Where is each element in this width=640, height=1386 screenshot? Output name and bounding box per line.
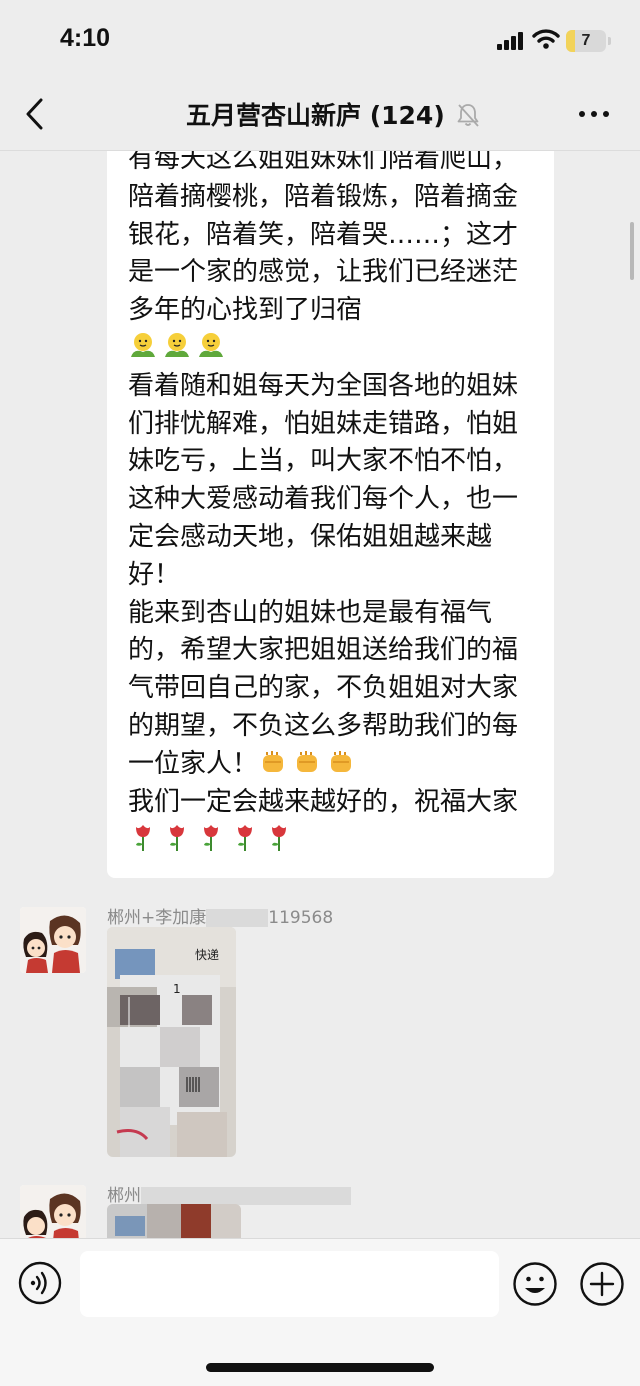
cellular-signal-icon — [497, 32, 523, 50]
rose-emoji-icon — [272, 825, 286, 852]
message-paragraph: 有每天这么姐姐妹妹们陪着爬山，陪着摘樱桃，陪着锻炼，陪着摘金银花，陪着笑，陪着哭… — [128, 151, 519, 326]
cartoon-couple-avatar-icon — [20, 907, 86, 973]
cartoon-couple-avatar-icon — [20, 1185, 86, 1238]
chat-title: 五月营杏山新庐 (124) — [186, 101, 445, 130]
text-message-bubble[interactable]: 有每天这么姐姐妹妹们陪着爬山，陪着摘樱桃，陪着锻炼，陪着摘金银花，陪着笑，陪着哭… — [107, 151, 554, 878]
voice-input-icon[interactable] — [18, 1261, 62, 1305]
message-paragraph: 看着随和姐每天为全国各地的姐妹们排忧解难，怕姐妹走错路，怕姐妹吃亏，上当，叫大家… — [128, 370, 519, 590]
rose-emoji-icon — [136, 825, 150, 852]
message-text-input[interactable] — [80, 1251, 499, 1317]
battery-icon: 7 — [566, 30, 606, 52]
sender-name-text: 郴州 — [107, 1186, 141, 1206]
sender-avatar[interactable] — [20, 1185, 86, 1238]
back-chevron-icon[interactable] — [22, 96, 52, 132]
scrollbar[interactable] — [630, 222, 634, 280]
fist-emoji-icon — [331, 750, 352, 772]
rose-emoji-icon — [204, 825, 218, 852]
rose-emoji-icon — [238, 825, 252, 852]
mute-bell-icon — [457, 104, 479, 127]
message-text: 有每天这么姐姐妹妹们陪着爬山，陪着摘樱桃，陪着锻炼，陪着摘金银花，陪着笑，陪着哭… — [128, 151, 540, 859]
battery-level: 7 — [581, 32, 591, 49]
add-attachment-icon[interactable] — [579, 1261, 625, 1307]
redacted-blur — [141, 1187, 351, 1205]
redacted-blur — [206, 909, 269, 927]
fist-emoji-icon — [297, 750, 318, 772]
hug-emoji-icon — [199, 332, 223, 357]
more-options-icon[interactable] — [576, 102, 612, 126]
image-label-2: 1 — [173, 982, 181, 996]
sender-avatar[interactable] — [20, 907, 86, 973]
package-photo-icon: 快递 1 — [107, 927, 236, 1157]
image-message[interactable] — [107, 1204, 241, 1238]
fist-emoji-icon — [263, 750, 284, 772]
hug-emoji-row — [128, 332, 230, 363]
emoji-picker-icon[interactable] — [512, 1261, 558, 1307]
home-indicator[interactable] — [206, 1363, 434, 1372]
chat-message-list[interactable]: 有每天这么姐姐妹妹们陪着爬山，陪着摘樱桃，陪着锻炼，陪着摘金银花，陪着笑，陪着哭… — [0, 151, 640, 1238]
sender-name-text: 郴州+李加康 — [107, 908, 207, 928]
chat-header: 五月营杏山新庐 (124) — [0, 80, 640, 151]
rose-emoji-icon — [170, 825, 184, 852]
hug-emoji-icon — [131, 332, 155, 357]
package-photo-icon — [107, 1204, 241, 1238]
status-bar: 4:10 7 — [0, 0, 640, 80]
message-paragraph: 能来到杏山的姐妹也是最有福气的，希望大家把姐姐送给我们的福气带回自己的家，不负姐… — [128, 597, 519, 779]
hug-emoji-icon — [165, 332, 189, 357]
image-message[interactable]: 快递 1 — [107, 927, 236, 1157]
clock: 4:10 — [60, 24, 111, 52]
message-input-bar — [0, 1238, 640, 1386]
sender-name: 郴州 — [107, 1181, 351, 1206]
wifi-icon — [532, 29, 560, 49]
sender-name: 郴州+李加康 119568 — [107, 903, 333, 928]
sender-name-tail: 119568 — [268, 908, 334, 928]
message-paragraph: 我们一定会越来越好的，祝福大家 — [128, 786, 519, 817]
image-label-1: 快递 — [195, 948, 219, 962]
